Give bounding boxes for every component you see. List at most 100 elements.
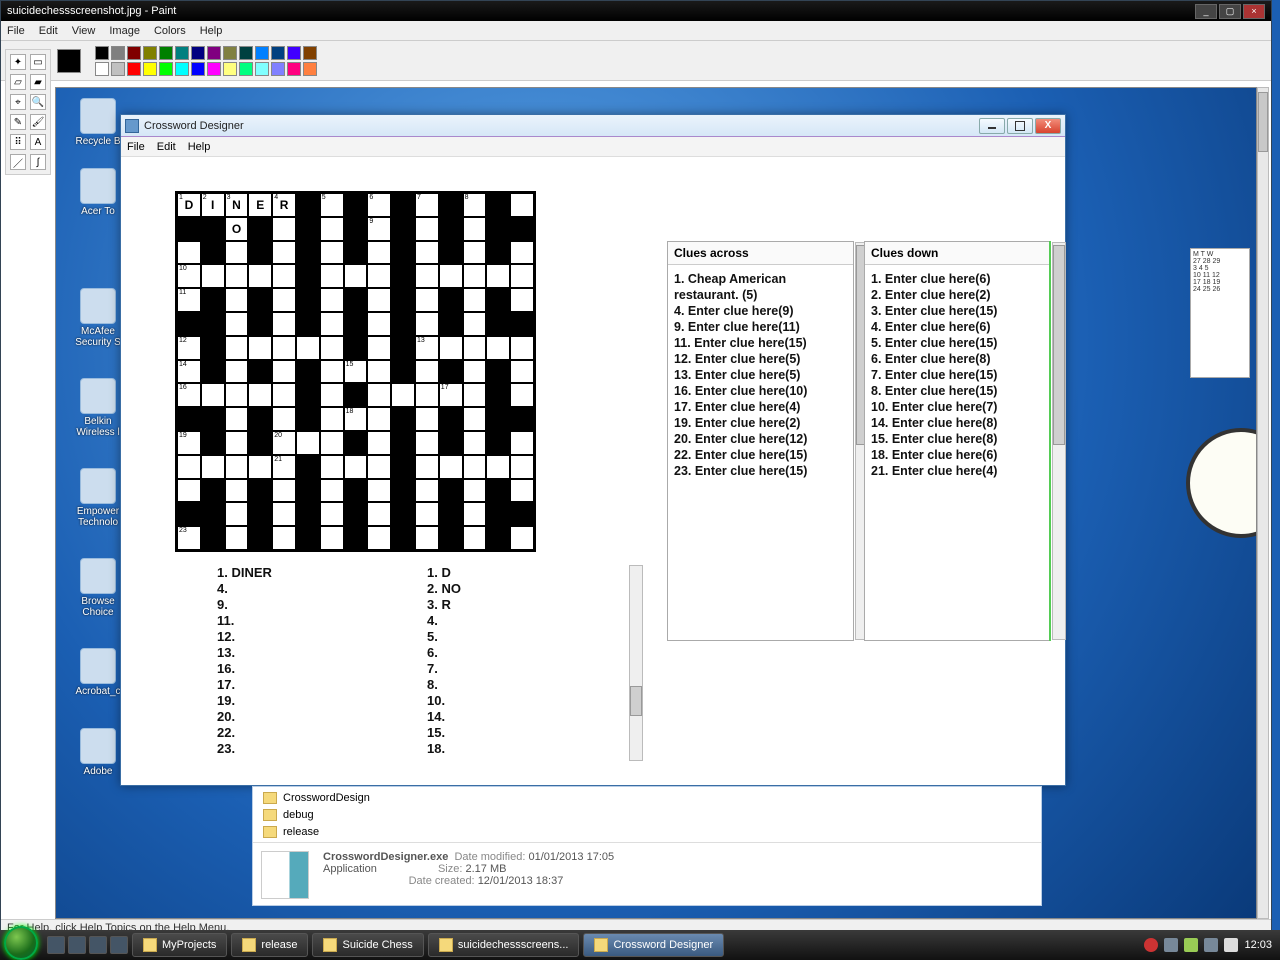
grid-cell[interactable] (486, 264, 510, 288)
grid-cell[interactable]: 17 (439, 383, 463, 407)
taskbar-item[interactable]: MyProjects (132, 933, 227, 957)
grid-cell[interactable]: 20 (272, 431, 296, 455)
grid-cell[interactable] (486, 407, 510, 431)
quicklaunch-4[interactable] (110, 936, 128, 954)
grid-cell[interactable] (320, 526, 344, 550)
clue-down-item[interactable]: 1. Enter clue here(6) (871, 271, 1044, 287)
grid-cell[interactable] (225, 312, 249, 336)
desktop-icon[interactable]: Adobe (68, 728, 128, 777)
answers-scrollbar[interactable] (629, 565, 643, 761)
grid-cell[interactable] (344, 288, 368, 312)
grid-cell[interactable] (225, 407, 249, 431)
grid-cell[interactable]: 1D (177, 193, 201, 217)
grid-cell[interactable] (415, 479, 439, 503)
grid-cell[interactable] (201, 431, 225, 455)
grid-cell[interactable] (296, 312, 320, 336)
clues-across-list[interactable]: 1. Cheap American restaurant. (5)4. Ente… (668, 265, 853, 640)
color-swatch[interactable] (159, 62, 173, 76)
system-tray[interactable]: 12:03 (1144, 938, 1280, 952)
tool-line[interactable]: ／ (10, 154, 26, 170)
grid-cell[interactable] (272, 241, 296, 265)
grid-cell[interactable] (296, 264, 320, 288)
clue-down-item[interactable]: 10. Enter clue here(7) (871, 399, 1044, 415)
tray-icon[interactable] (1144, 938, 1158, 952)
grid-cell[interactable] (415, 360, 439, 384)
grid-cell[interactable]: 12 (177, 336, 201, 360)
grid-cell[interactable] (272, 336, 296, 360)
grid-cell[interactable] (391, 407, 415, 431)
grid-cell[interactable] (367, 312, 391, 336)
grid-cell[interactable] (415, 502, 439, 526)
tool-pencil[interactable]: ✎ (10, 114, 26, 130)
grid-cell[interactable] (510, 312, 534, 336)
grid-cell[interactable]: 22 (177, 502, 201, 526)
grid-cell[interactable] (296, 288, 320, 312)
grid-cell[interactable] (510, 336, 534, 360)
grid-cell[interactable] (439, 217, 463, 241)
grid-cell[interactable] (201, 526, 225, 550)
grid-cell[interactable] (510, 407, 534, 431)
color-swatch[interactable] (239, 46, 253, 60)
color-swatch[interactable] (127, 62, 141, 76)
clue-across-item[interactable]: 13. Enter clue here(5) (674, 367, 847, 383)
clue-down-item[interactable]: 15. Enter clue here(8) (871, 431, 1044, 447)
paint-vscrollbar[interactable] (1257, 87, 1269, 919)
clock-gadget[interactable] (1186, 428, 1257, 538)
grid-cell[interactable] (486, 312, 510, 336)
grid-cell[interactable] (344, 217, 368, 241)
clue-across-item[interactable]: 23. Enter clue here(15) (674, 463, 847, 479)
grid-cell[interactable] (463, 264, 487, 288)
grid-cell[interactable] (248, 217, 272, 241)
color-swatch[interactable] (95, 46, 109, 60)
grid-cell[interactable] (439, 336, 463, 360)
color-swatch[interactable] (303, 46, 317, 60)
paint-maximize-button[interactable]: ▢ (1219, 4, 1241, 19)
clue-down-item[interactable]: 4. Enter clue here(6) (871, 319, 1044, 335)
grid-cell[interactable] (201, 455, 225, 479)
tool-picker[interactable]: ⌖ (10, 94, 26, 110)
grid-cell[interactable] (225, 479, 249, 503)
grid-cell[interactable] (320, 479, 344, 503)
grid-cell[interactable] (486, 193, 510, 217)
tool-eraser[interactable]: ▱ (10, 74, 26, 90)
grid-cell[interactable] (486, 431, 510, 455)
grid-cell[interactable] (225, 288, 249, 312)
grid-cell[interactable] (177, 312, 201, 336)
grid-cell[interactable] (248, 479, 272, 503)
grid-cell[interactable] (486, 241, 510, 265)
color-swatch[interactable] (207, 46, 221, 60)
paint-menu-image[interactable]: Image (109, 25, 140, 37)
grid-cell[interactable] (248, 502, 272, 526)
grid-cell[interactable] (344, 336, 368, 360)
grid-cell[interactable] (344, 241, 368, 265)
clue-across-item[interactable]: 17. Enter clue here(4) (674, 399, 847, 415)
grid-cell[interactable] (367, 288, 391, 312)
grid-cell[interactable] (296, 360, 320, 384)
quicklaunch-1[interactable] (47, 936, 65, 954)
grid-cell[interactable] (510, 264, 534, 288)
desktop-icon[interactable]: Browse Choice (68, 558, 128, 618)
color-swatch[interactable] (303, 62, 317, 76)
clue-across-item[interactable]: 9. Enter clue here(11) (674, 319, 847, 335)
grid-cell[interactable]: 18 (344, 407, 368, 431)
color-swatch[interactable] (239, 62, 253, 76)
crossword-menu-file[interactable]: File (127, 141, 145, 153)
color-swatch[interactable] (111, 46, 125, 60)
grid-cell[interactable] (296, 336, 320, 360)
color-swatch[interactable] (271, 46, 285, 60)
grid-cell[interactable] (225, 431, 249, 455)
grid-cell[interactable] (225, 455, 249, 479)
clue-down-item[interactable]: 18. Enter clue here(6) (871, 447, 1044, 463)
grid-cell[interactable] (201, 502, 225, 526)
clue-across-item[interactable]: 11. Enter clue here(15) (674, 335, 847, 351)
grid-cell[interactable] (272, 360, 296, 384)
grid-cell[interactable] (367, 526, 391, 550)
color-swatch[interactable] (223, 62, 237, 76)
grid-cell[interactable] (296, 431, 320, 455)
grid-cell[interactable] (463, 431, 487, 455)
paint-minimize-button[interactable]: _ (1195, 4, 1217, 19)
desktop-icon[interactable]: Acer To (68, 168, 128, 217)
clue-down-item[interactable]: 8. Enter clue here(15) (871, 383, 1044, 399)
grid-cell[interactable] (320, 336, 344, 360)
grid-cell[interactable] (201, 479, 225, 503)
